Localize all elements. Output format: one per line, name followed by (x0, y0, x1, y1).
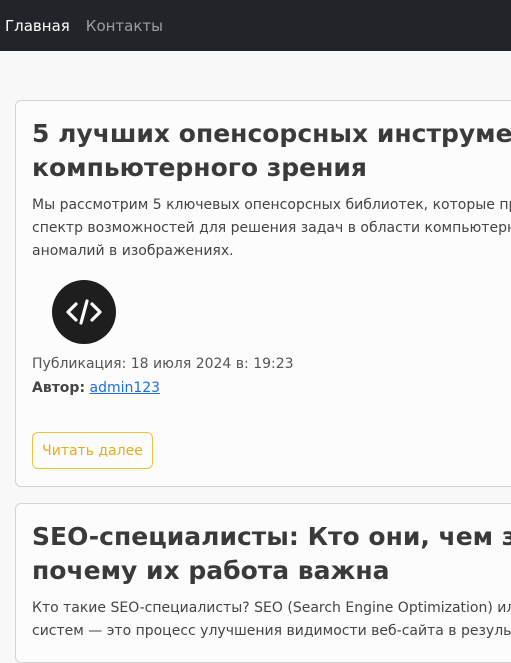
post-title-line-1: SEO-специалисты: Кто они, чем занимаются… (32, 522, 511, 551)
post-title[interactable]: 5 лучших опенсорсных инструментов для ко… (32, 117, 511, 185)
top-navbar: Главная Контакты (0, 0, 511, 51)
post-excerpt: Мы рассмотрим 5 ключевых опенсорсных биб… (32, 194, 511, 263)
post-excerpt-line-1: Мы рассмотрим 5 ключевых опенсорсных биб… (32, 197, 511, 213)
author-link[interactable]: admin123 (90, 380, 161, 396)
post-excerpt: Кто такие SEO-специалисты? SEO (Search E… (32, 597, 511, 643)
post-excerpt-line-3: аномалий в изображениях. (32, 243, 234, 259)
post-title-line-2: почему их работа важна (32, 556, 390, 585)
author-label: Автор: (32, 380, 86, 396)
post-title-line-2: компьютерного зрения (32, 153, 367, 182)
post-title[interactable]: SEO-специалисты: Кто они, чем занимаются… (32, 520, 511, 588)
post-card: SEO-специалисты: Кто они, чем занимаются… (15, 503, 511, 663)
code-icon (52, 280, 116, 344)
post-card: 5 лучших опенсорсных инструментов для ко… (15, 100, 511, 487)
post-author: Автор: admin123 (32, 377, 160, 399)
read-more-button[interactable]: Читать далее (32, 432, 153, 469)
post-date: Публикация: 18 июля 2024 в: 19:23 (32, 356, 294, 372)
post-excerpt-line-2: спектр возможностей для решения задач в … (32, 220, 511, 236)
post-excerpt-line-1: Кто такие SEO-специалисты? SEO (Search E… (32, 600, 511, 616)
nav-link-contacts[interactable]: Контакты (86, 17, 163, 35)
post-title-line-1: 5 лучших опенсорсных инструментов для (32, 119, 511, 148)
nav-link-home[interactable]: Главная (5, 17, 70, 35)
post-excerpt-line-2: систем — это процесс улучшения видимости… (32, 623, 511, 639)
